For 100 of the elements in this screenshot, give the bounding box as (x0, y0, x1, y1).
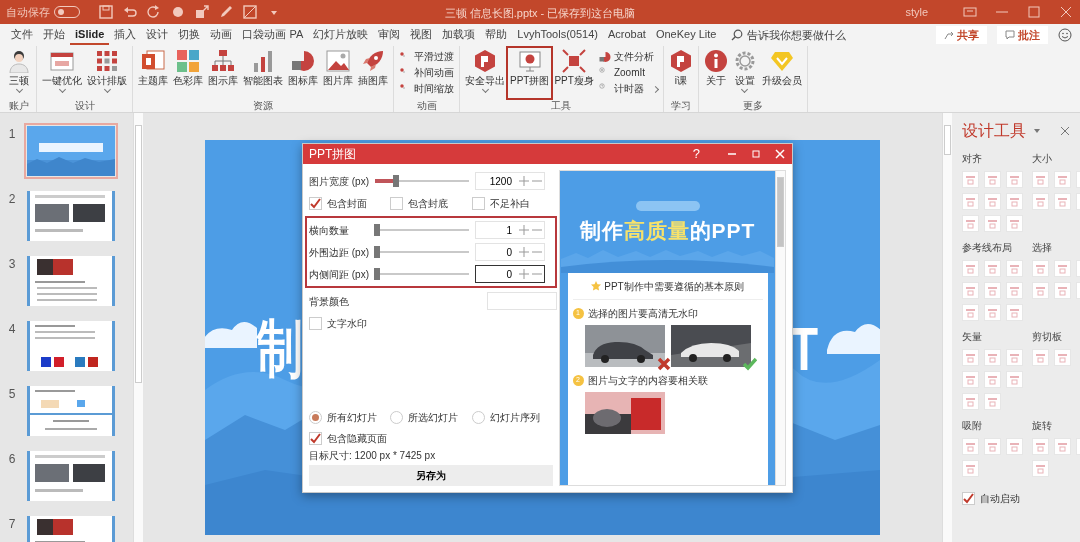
tool-icon[interactable] (1006, 371, 1023, 388)
save-icon[interactable] (98, 4, 114, 20)
ribbon-button[interactable]: 补间动画 (397, 65, 456, 80)
number-field[interactable]: 0 (475, 243, 545, 261)
number-field[interactable]: 1 (475, 221, 545, 239)
tool-icon[interactable] (1032, 260, 1049, 277)
tool-icon[interactable] (962, 438, 979, 455)
ribbon-button[interactable]: i课 (666, 48, 695, 98)
ribbon-button[interactable]: 计时器 (596, 81, 660, 96)
ribbon-button[interactable]: 安全导出 (463, 48, 507, 98)
slider[interactable] (375, 224, 469, 236)
pen-icon[interactable] (218, 4, 234, 20)
tool-icon[interactable] (962, 349, 979, 366)
ribbon-options-icon[interactable] (962, 4, 978, 20)
ribbon-button[interactable]: 升级会员 (759, 48, 804, 98)
tool-icon[interactable] (962, 193, 979, 210)
ribbon-button[interactable]: 三顿 (5, 48, 33, 98)
ribbon-button[interactable]: 一键优化 (40, 48, 84, 98)
tool-icon[interactable] (984, 193, 1001, 210)
ribbon-button[interactable]: 图片库 (321, 48, 355, 98)
slider[interactable] (375, 268, 469, 280)
tool-icon[interactable] (984, 304, 1001, 321)
tool-icon[interactable] (1006, 260, 1023, 277)
ribbon-tab[interactable]: 动画 (205, 25, 238, 45)
search-field[interactable]: 告诉我你想要做什么 (747, 26, 878, 44)
tool-icon[interactable] (1006, 304, 1023, 321)
tool-icon[interactable] (962, 460, 979, 477)
ribbon-tab[interactable]: 视图 (405, 25, 438, 45)
tool-icon[interactable] (962, 260, 979, 277)
plus-button[interactable] (519, 176, 529, 186)
ribbon-tab[interactable]: 审阅 (373, 25, 406, 45)
number-field[interactable]: 0 (475, 265, 545, 283)
ribbon-button[interactable]: PPT拼图 (508, 48, 552, 98)
resize-icon[interactable] (194, 4, 210, 20)
ribbon-button[interactable]: 文件分析 (596, 49, 660, 64)
ribbon-button[interactable]: 关于 (701, 48, 730, 98)
ribbon-tab[interactable]: iSlide (70, 25, 110, 45)
tool-icon[interactable] (1032, 460, 1049, 477)
ribbon-tab[interactable]: 插入 (109, 25, 142, 45)
ribbon-button[interactable]: 图标库 (286, 48, 320, 98)
comment-button[interactable]: 批注 (997, 25, 1048, 45)
share-button[interactable]: 共享 (936, 25, 987, 45)
smiley-icon[interactable] (1058, 28, 1072, 42)
slider-thumb[interactable] (374, 224, 380, 236)
tool-icon[interactable] (1006, 193, 1023, 210)
scrollbar[interactable] (942, 113, 952, 542)
ribbon-tab[interactable]: 帮助 (480, 25, 513, 45)
close-icon[interactable] (1058, 4, 1074, 20)
tool-icon[interactable] (962, 393, 979, 410)
tool-icon[interactable] (984, 215, 1001, 232)
restore-icon[interactable] (1026, 4, 1042, 20)
ribbon-tab[interactable]: OneKey Lite (650, 25, 722, 45)
tool-icon[interactable] (984, 393, 1001, 410)
tool-icon[interactable] (1006, 171, 1023, 188)
ribbon-button[interactable]: 设置 (730, 48, 759, 98)
tool-icon[interactable] (1006, 438, 1023, 455)
scrollbar[interactable] (133, 113, 143, 542)
maximize-icon[interactable] (750, 148, 762, 160)
tool-icon[interactable] (1054, 193, 1071, 210)
tool-icon[interactable] (984, 349, 1001, 366)
tool-icon[interactable] (962, 371, 979, 388)
tool-icon[interactable] (1032, 171, 1049, 188)
number-field[interactable]: 1200 (475, 172, 545, 190)
tool-icon[interactable] (1054, 349, 1071, 366)
close-icon[interactable] (1060, 126, 1070, 136)
redo-icon[interactable] (146, 4, 162, 20)
tool-icon[interactable] (962, 304, 979, 321)
tool-icon[interactable] (1054, 438, 1071, 455)
ribbon-button[interactable]: 设计排版 (85, 48, 129, 98)
ribbon-tab[interactable]: 开始 (38, 25, 70, 45)
checkbox[interactable] (962, 492, 975, 505)
tool-icon[interactable] (1032, 349, 1049, 366)
slider-thumb[interactable] (374, 246, 380, 258)
plus-button[interactable] (519, 269, 529, 279)
color-field[interactable] (487, 292, 557, 310)
tool-icon[interactable] (1054, 171, 1071, 188)
checkbox[interactable] (309, 196, 322, 210)
ribbon-button[interactable]: 时间缩放 (397, 81, 456, 96)
ribbon-button[interactable]: 插图库 (356, 48, 390, 98)
checkbox[interactable] (309, 431, 322, 445)
undo-icon[interactable] (122, 4, 138, 20)
ribbon-tab[interactable]: LvyhTools(0514) (512, 25, 603, 45)
ribbon-tab[interactable]: 口袋动画 PA (237, 25, 309, 45)
tool-icon[interactable] (984, 171, 1001, 188)
tool-icon[interactable] (962, 215, 979, 232)
slider-thumb[interactable] (392, 175, 399, 187)
help-button[interactable]: ? (692, 144, 700, 164)
ribbon-tab[interactable]: 幻灯片放映 (308, 25, 374, 45)
ribbon-button[interactable]: 主题库 (136, 48, 170, 98)
plus-button[interactable] (519, 225, 529, 235)
ribbon-button[interactable]: ZoomIt (596, 65, 660, 80)
tool-icon[interactable] (984, 371, 1001, 388)
slider[interactable] (375, 246, 469, 258)
save-as-button[interactable]: 另存为 (309, 465, 553, 486)
tool-icon[interactable] (984, 282, 1001, 299)
slider-thumb[interactable] (374, 268, 380, 280)
tool-icon[interactable] (1054, 282, 1071, 299)
ribbon-button[interactable]: 图示库 (206, 48, 240, 98)
slider[interactable] (375, 175, 469, 187)
ribbon-tab[interactable]: 加载项 (437, 25, 481, 45)
